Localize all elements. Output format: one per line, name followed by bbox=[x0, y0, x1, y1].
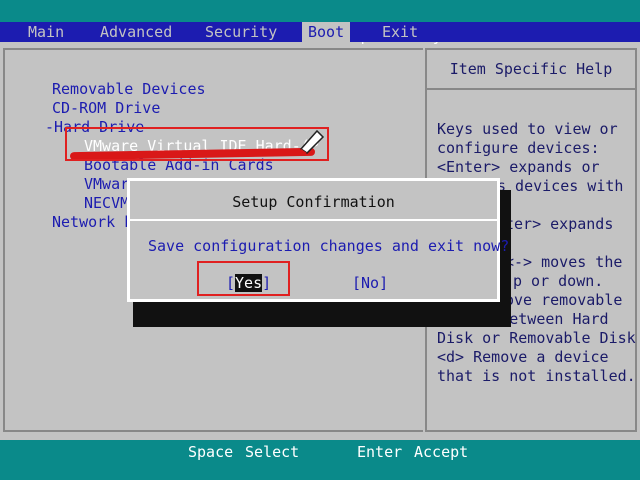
menu-advanced[interactable]: Advanced bbox=[100, 22, 172, 42]
menu-security[interactable]: Security bbox=[205, 22, 277, 42]
menu-bar: Main Advanced Security Boot Exit bbox=[0, 22, 640, 42]
dialog-message: Save configuration changes and exit now? bbox=[148, 237, 510, 255]
setup-confirmation-dialog: Setup Confirmation Save configuration ch… bbox=[127, 178, 509, 302]
help-line: that is not installed. bbox=[437, 367, 636, 385]
menu-boot[interactable]: Boot bbox=[302, 22, 351, 42]
help-line: ove removable bbox=[505, 291, 623, 309]
help-line: Disk or Removable Disk bbox=[437, 329, 636, 347]
menu-main[interactable]: Main bbox=[28, 22, 64, 42]
menu-exit[interactable]: Exit bbox=[382, 22, 418, 42]
no-button[interactable]: [No] bbox=[352, 274, 388, 292]
help-line: <d> Remove a device bbox=[437, 348, 609, 366]
status-space-action: Select bbox=[245, 443, 300, 461]
annotation-highlight-box bbox=[65, 127, 329, 161]
dialog-divider bbox=[130, 219, 497, 221]
boot-item-cdrom[interactable]: CD-ROM Drive bbox=[52, 99, 160, 117]
app-title-bar: PhoenixBIOS Setup Utility bbox=[0, 0, 640, 45]
boot-item-vmware-2[interactable]: VMwar bbox=[84, 175, 129, 193]
status-bar: Space Select Enter Accept bbox=[0, 440, 640, 480]
dialog-title: Setup Confirmation bbox=[232, 193, 395, 211]
boot-item-network[interactable]: Network b bbox=[52, 213, 133, 231]
help-line: p or down. bbox=[513, 272, 604, 290]
help-line: Keys used to view or bbox=[437, 120, 618, 138]
boot-item-removable[interactable]: Removable Devices bbox=[52, 80, 206, 98]
status-space-key: Space bbox=[188, 443, 234, 461]
annotation-yes-highlight-box bbox=[197, 261, 290, 296]
help-divider bbox=[427, 88, 635, 90]
status-enter-key: Enter bbox=[357, 443, 403, 461]
pen-icon bbox=[297, 125, 327, 159]
help-line: s devices with bbox=[497, 177, 624, 195]
help-line: configure devices: bbox=[437, 139, 600, 157]
boot-item-necvm[interactable]: NECVM bbox=[84, 194, 129, 212]
help-line: <Enter> expands or bbox=[437, 158, 600, 176]
help-title: Item Specific Help bbox=[449, 60, 613, 78]
help-line: ter> expands bbox=[505, 215, 614, 233]
help-line: <-> moves the bbox=[505, 253, 623, 271]
status-enter-action: Accept bbox=[414, 443, 469, 461]
